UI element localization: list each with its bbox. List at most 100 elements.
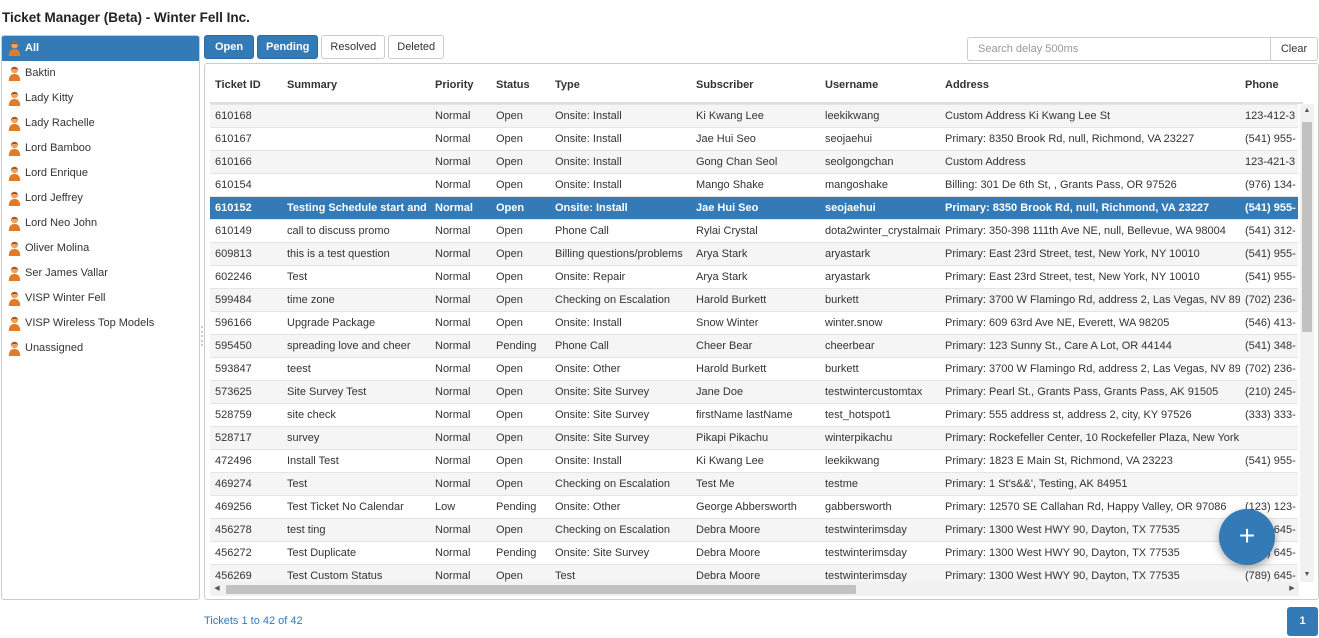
- sidebar-item[interactable]: Oliver Molina: [2, 236, 199, 261]
- sidebar-item[interactable]: Unassigned: [2, 336, 199, 361]
- col-phone-cell: (541) 955-: [1245, 271, 1296, 283]
- col-ticket-id-cell: 595450: [215, 340, 252, 352]
- table-row[interactable]: 610168 Normal Open Onsite: Install Ki Kwang …: [210, 104, 1298, 127]
- col-username-cell: seojaehui: [825, 202, 876, 214]
- ticket-grid: Ticket ID Summary Priority Status Type Subscr…: [204, 63, 1319, 600]
- col-priority-cell: Normal: [435, 363, 471, 375]
- table-row[interactable]: 469274 Test Normal Open Checking on Escalati…: [210, 472, 1298, 495]
- filter-pending-button[interactable]: Pending: [257, 35, 319, 59]
- sidebar-item[interactable]: VISP Winter Fell: [2, 286, 199, 311]
- col-status-header[interactable]: Status: [491, 64, 550, 104]
- col-type-cell: Onsite: Install: [555, 202, 628, 214]
- sidebar-item[interactable]: All: [2, 36, 199, 61]
- filter-resolved-button[interactable]: Resolved: [321, 35, 386, 59]
- col-phone-cell: [1240, 427, 1298, 449]
- plus-icon: +: [1238, 520, 1256, 551]
- scroll-down-icon[interactable]: ▼: [1300, 568, 1314, 582]
- filter-deleted-button[interactable]: Deleted: [388, 35, 445, 59]
- col-subscriber-header[interactable]: Subscriber: [691, 64, 820, 104]
- table-row[interactable]: 596166 Upgrade Package Normal Open Onsite: I…: [210, 311, 1298, 334]
- vertical-scrollbar[interactable]: ▲ ▼: [1300, 104, 1314, 582]
- col-summary-cell: [282, 151, 430, 173]
- col-username-cell: mangoshake: [825, 179, 888, 191]
- horizontal-scrollbar[interactable]: ◀ ▶: [210, 582, 1299, 596]
- table-row[interactable]: 469256 Test Ticket No Calendar Low Pending O…: [210, 495, 1298, 518]
- table-row[interactable]: 595450 spreading love and cheer Normal Pend…: [210, 334, 1298, 357]
- sidebar-item[interactable]: Lord Bamboo: [2, 136, 199, 161]
- table-row[interactable]: 610167 Normal Open Onsite: Install Jae Hui S…: [210, 127, 1298, 150]
- table-row[interactable]: 610166 Normal Open Onsite: Install Gong Chan…: [210, 150, 1298, 173]
- col-phone-cell: 123-421-3: [1245, 156, 1296, 168]
- horizontal-scroll-thumb[interactable]: [226, 585, 856, 594]
- col-type-cell: Onsite: Install: [555, 455, 622, 467]
- col-ticket-id-cell: 469256: [215, 501, 252, 513]
- page-1-button[interactable]: 1: [1287, 607, 1318, 636]
- scroll-right-icon[interactable]: ▶: [1285, 582, 1299, 596]
- col-username-cell: leekikwang: [825, 110, 880, 122]
- search-input[interactable]: [967, 37, 1270, 61]
- sidebar-item[interactable]: Lord Enrique: [2, 161, 199, 186]
- vertical-scroll-thumb[interactable]: [1302, 122, 1312, 332]
- col-type-header[interactable]: Type: [550, 64, 691, 104]
- col-priority-cell: Normal: [435, 317, 471, 329]
- col-summary-cell: Test Duplicate: [287, 547, 357, 559]
- table-row[interactable]: 456278 test ting Normal Open Checking on Esc…: [210, 518, 1298, 541]
- person-icon: [8, 166, 21, 181]
- col-subscriber-cell: Cheer Bear: [696, 340, 753, 352]
- col-address-cell: Primary: 350-398 111th Ave NE, null, Bel…: [945, 225, 1226, 237]
- col-address-header[interactable]: Address: [940, 64, 1240, 104]
- col-username-cell: testme: [825, 478, 859, 490]
- col-phone-cell: (541) 955-: [1245, 202, 1296, 214]
- table-row[interactable]: 528717 survey Normal Open Onsite: Site Surve…: [210, 426, 1298, 449]
- sidebar-item-label: All: [25, 42, 40, 54]
- col-ticket-id-cell: 609813: [215, 248, 252, 260]
- col-priority-header[interactable]: Priority: [430, 64, 491, 104]
- table-row[interactable]: 609813 this is a test question Normal Open B…: [210, 242, 1298, 265]
- col-username-cell: winterpikachu: [825, 432, 893, 444]
- col-phone-cell: (541) 348-: [1245, 340, 1296, 352]
- table-row[interactable]: 573625 Site Survey Test Normal Open Onsite: …: [210, 380, 1298, 403]
- table-row[interactable]: 456269 Test Custom Status Normal Open Test De…: [210, 564, 1298, 582]
- col-subscriber-cell: George Abbersworth: [696, 501, 797, 513]
- col-ticket-id-header[interactable]: Ticket ID: [210, 64, 282, 104]
- table-row[interactable]: 456272 Test Duplicate Normal Pending Onsite:…: [210, 541, 1298, 564]
- add-ticket-button[interactable]: +: [1219, 509, 1275, 565]
- col-ticket-id-cell: 610149: [215, 225, 252, 237]
- table-row[interactable]: 610154 Normal Open Onsite: Install Mango Sha…: [210, 173, 1298, 196]
- table-row[interactable]: 610152 Testing Schedule start and end Norm…: [210, 196, 1298, 219]
- person-icon: [8, 291, 21, 306]
- sidebar-item[interactable]: Lady Rachelle: [2, 111, 199, 136]
- col-address-cell: Custom Address Ki Kwang Lee St: [945, 110, 1111, 122]
- col-phone-header[interactable]: Phone: [1240, 64, 1300, 104]
- sidebar-item[interactable]: Lord Neo John: [2, 211, 199, 236]
- sidebar-item[interactable]: Ser James Vallar: [2, 261, 199, 286]
- col-username-cell: testwinterimsday: [825, 547, 907, 559]
- scroll-left-icon[interactable]: ◀: [210, 582, 224, 596]
- col-summary-header[interactable]: Summary: [282, 64, 430, 104]
- sidebar-item[interactable]: Lord Jeffrey: [2, 186, 199, 211]
- table-row[interactable]: 593847 teest Normal Open Onsite: Other Harold…: [210, 357, 1298, 380]
- col-summary-cell: Upgrade Package: [287, 317, 376, 329]
- col-ticket-id-cell: 593847: [215, 363, 252, 375]
- clear-search-button[interactable]: Clear: [1270, 37, 1318, 61]
- table-row[interactable]: 599484 time zone Normal Open Checking on Esc…: [210, 288, 1298, 311]
- status-filter-group: Open Pending Resolved Deleted: [204, 35, 445, 59]
- table-row[interactable]: 602246 Test Normal Open Onsite: Repair Arya S…: [210, 265, 1298, 288]
- table-row[interactable]: 528759 site check Normal Open Onsite: Site S…: [210, 403, 1298, 426]
- col-priority-cell: Normal: [435, 294, 471, 306]
- sidebar-item[interactable]: Baktin: [2, 61, 199, 86]
- sidebar-item[interactable]: Lady Kitty: [2, 86, 199, 111]
- table-row[interactable]: 472496 Install Test Normal Open Onsite: Inst…: [210, 449, 1298, 472]
- col-username-header[interactable]: Username: [820, 64, 940, 104]
- col-address-cell: Primary: 123 Sunny St., Care A Lot, OR 4…: [945, 340, 1172, 352]
- sidebar-item[interactable]: VISP Wireless Top Models: [2, 311, 199, 336]
- col-username-cell: aryastark: [825, 248, 871, 260]
- col-phone-cell: (541) 955-: [1245, 455, 1296, 467]
- col-summary-cell: Test: [287, 271, 308, 283]
- filter-open-button[interactable]: Open: [204, 35, 254, 59]
- table-row[interactable]: 610149 call to discuss promo Normal Open Pho…: [210, 219, 1298, 242]
- col-status-cell: Open: [496, 363, 523, 375]
- scroll-up-icon[interactable]: ▲: [1300, 104, 1314, 118]
- col-subscriber-cell: Gong Chan Seol: [696, 156, 778, 168]
- col-address-cell: Custom Address: [945, 156, 1026, 168]
